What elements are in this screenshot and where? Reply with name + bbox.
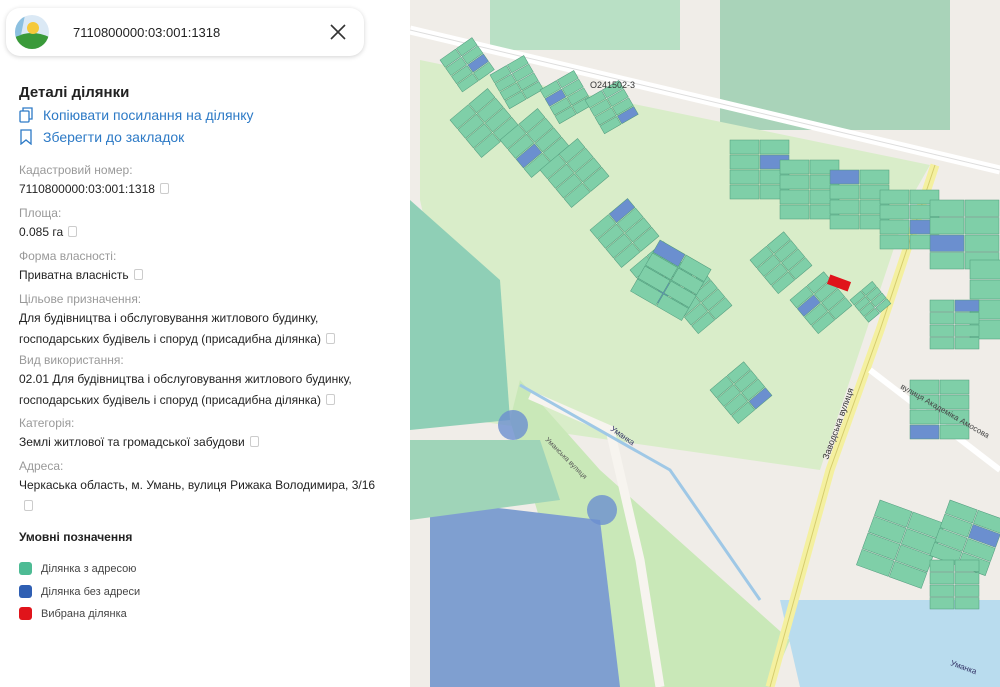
parcel[interactable] <box>729 139 760 155</box>
parcel[interactable] <box>829 184 860 200</box>
legend-item: Ділянка з адресою <box>19 562 136 575</box>
parcel[interactable] <box>779 174 810 190</box>
parcel[interactable] <box>729 184 760 200</box>
parcel[interactable] <box>964 234 1000 252</box>
parcel[interactable] <box>779 189 810 205</box>
field-value: 7110800000:03:001:1318 <box>19 179 389 200</box>
parcel[interactable] <box>829 214 860 230</box>
app-logo-icon <box>15 15 49 49</box>
parcel[interactable] <box>939 379 970 395</box>
field-value: Черкаська область, м. Умань, вулиця Рижа… <box>19 475 389 517</box>
parcel[interactable] <box>879 189 910 205</box>
copy-icon[interactable] <box>133 269 143 280</box>
parcel[interactable] <box>954 584 980 597</box>
parcel[interactable] <box>829 169 860 185</box>
search-bar[interactable]: 7110800000:03:001:1318 <box>6 8 364 56</box>
parcel[interactable] <box>859 169 890 185</box>
field-value: 0.085 га <box>19 222 389 243</box>
copy-icon[interactable] <box>325 333 335 344</box>
parcel[interactable] <box>954 324 980 337</box>
field-label: Форма власності: <box>19 249 117 263</box>
parcel[interactable] <box>929 234 965 252</box>
field-value: Приватна власність <box>19 265 389 286</box>
parcel[interactable] <box>929 199 965 217</box>
copy-icon[interactable] <box>159 183 169 194</box>
details-title: Деталі ділянки <box>19 84 130 101</box>
parcel[interactable] <box>954 559 980 572</box>
map-marker <box>498 410 528 440</box>
parcel[interactable] <box>929 299 955 312</box>
parcel[interactable] <box>954 299 980 312</box>
legend-item: Ділянка без адреси <box>19 585 140 598</box>
search-input[interactable]: 7110800000:03:001:1318 <box>73 25 324 40</box>
parcel[interactable] <box>729 169 760 185</box>
parcel[interactable] <box>929 217 965 235</box>
legend-swatch <box>19 562 32 575</box>
parcel[interactable] <box>929 337 955 350</box>
parcel[interactable] <box>964 217 1000 235</box>
water-area <box>780 600 1000 687</box>
copy-icon[interactable] <box>325 394 335 405</box>
details-panel: 7110800000:03:001:1318 Деталі ділянки Ко… <box>0 0 410 687</box>
parcel[interactable] <box>879 219 910 235</box>
copy-icon <box>19 107 33 123</box>
field-label: Вид використання: <box>19 353 124 367</box>
parcel[interactable] <box>909 424 940 440</box>
copy-icon[interactable] <box>249 436 259 447</box>
parcel[interactable] <box>829 199 860 215</box>
parcel[interactable] <box>929 559 955 572</box>
parcel[interactable] <box>879 234 910 250</box>
close-icon[interactable] <box>324 18 352 46</box>
field-value: Для будівництва і обслуговування житлово… <box>19 308 389 350</box>
parcel[interactable] <box>909 409 940 425</box>
parcel[interactable] <box>929 572 955 585</box>
parcel[interactable] <box>779 204 810 220</box>
map-area <box>490 0 680 50</box>
field-value: 02.01 Для будівництва і обслуговування ж… <box>19 372 352 407</box>
parcel[interactable] <box>954 572 980 585</box>
road-ref-label: O241502-3 <box>590 80 635 90</box>
legend-title: Умовні позначення <box>19 530 133 544</box>
parcel[interactable] <box>879 204 910 220</box>
parcel[interactable] <box>964 199 1000 217</box>
bookmark-button[interactable]: Зберегти до закладок <box>19 129 184 145</box>
field-label: Категорія: <box>19 416 75 430</box>
legend-item: Вибрана ділянка <box>19 607 127 620</box>
parcel[interactable] <box>929 312 955 325</box>
parcel[interactable] <box>929 324 955 337</box>
parcel[interactable] <box>929 584 955 597</box>
parcel[interactable] <box>969 279 1000 300</box>
legend-swatch <box>19 607 32 620</box>
parcel[interactable] <box>954 312 980 325</box>
field-label: Адреса: <box>19 459 64 473</box>
parcel[interactable] <box>969 259 1000 280</box>
copy-icon[interactable] <box>24 500 33 511</box>
bookmark-icon <box>20 129 32 145</box>
parcel[interactable] <box>954 337 980 350</box>
map-canvas[interactable]: O241502-3 Заводська вулиця вулиця Академ… <box>410 0 1000 687</box>
field-value: Землі житлової та громадської забудови <box>19 432 389 453</box>
parcel[interactable] <box>759 139 790 155</box>
field-label: Площа: <box>19 206 62 220</box>
map-marker <box>587 495 617 525</box>
parcel[interactable] <box>954 597 980 610</box>
parcel[interactable] <box>929 597 955 610</box>
parcel[interactable] <box>929 252 965 270</box>
field-label: Цільове призначення: <box>19 292 142 306</box>
legend-swatch <box>19 585 32 598</box>
copy-link-button[interactable]: Копіювати посилання на ділянку <box>19 107 254 123</box>
industrial-area <box>430 500 620 687</box>
parcel[interactable] <box>729 154 760 170</box>
copy-icon[interactable] <box>68 226 78 237</box>
parcel[interactable] <box>779 159 810 175</box>
field-label: Кадастровий номер: <box>19 163 133 177</box>
